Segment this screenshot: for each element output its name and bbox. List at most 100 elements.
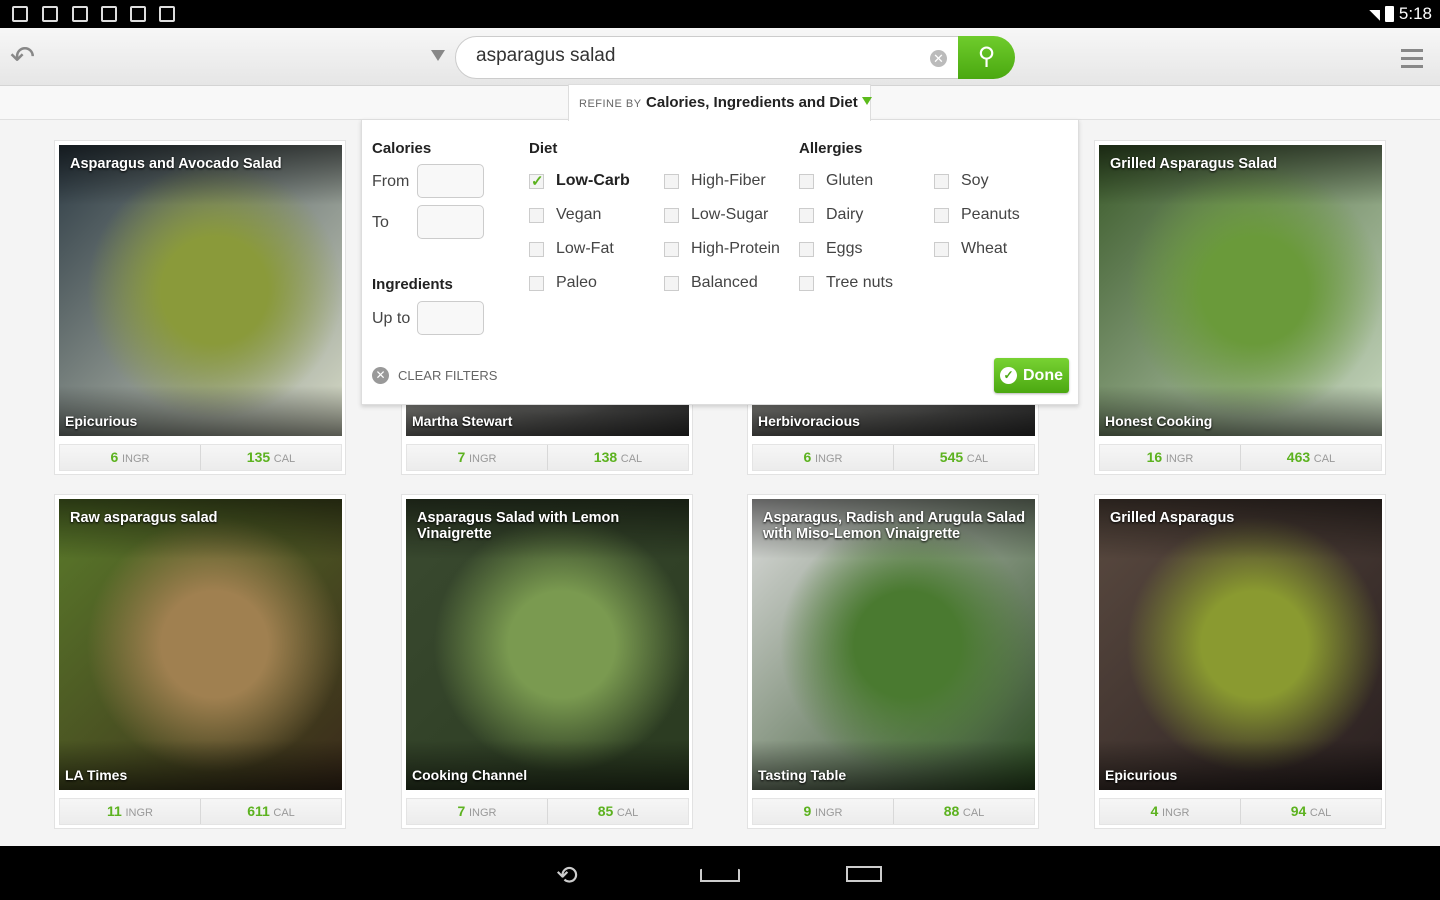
recipe-title: Asparagus and Avocado Salad — [70, 156, 282, 172]
checkbox-label: Vegan — [556, 206, 602, 223]
search-button[interactable]: ⚲ — [958, 36, 1015, 79]
clear-filters-button[interactable]: ✕ CLEAR FILTERS — [372, 367, 497, 384]
recipe-card[interactable]: Raw asparagus salad LA Times 11 INGR 611… — [54, 494, 346, 829]
checkbox-box[interactable] — [529, 275, 544, 291]
done-button[interactable]: ✓ Done — [994, 358, 1069, 393]
recipe-title: Raw asparagus salad — [70, 510, 218, 526]
checkbox-box[interactable] — [664, 173, 679, 189]
recipe-source: Cooking Channel — [412, 767, 528, 783]
recipe-stats: 4 INGR 94 CAL — [1099, 798, 1382, 825]
checkbox-box[interactable] — [529, 241, 544, 257]
checkbox-label: Gluten — [826, 172, 874, 189]
checkbox-high-protein[interactable]: High-Protein — [664, 240, 780, 258]
recipe-stats: 7 INGR 85 CAL — [406, 798, 689, 825]
checkbox-box[interactable] — [664, 275, 679, 291]
recipe-card[interactable]: Asparagus and Avocado Salad Epicurious 6… — [54, 140, 346, 475]
clear-search-icon[interactable]: ✕ — [930, 50, 947, 67]
checkbox-label: Balanced — [691, 274, 758, 291]
gmail-icon — [72, 6, 88, 22]
checkbox-box[interactable] — [799, 173, 814, 189]
ingredient-count: 11 INGR — [107, 803, 153, 819]
checkbox-balanced[interactable]: Balanced — [664, 274, 758, 292]
checkbox-box[interactable] — [529, 207, 544, 223]
checkbox-label: Wheat — [961, 240, 1008, 257]
calorie-count: 611 CAL — [200, 799, 341, 824]
checkbox-label: Paleo — [556, 274, 597, 291]
check-circle-icon: ✓ — [1000, 367, 1017, 384]
ingredient-count: 6 INGR — [110, 449, 150, 465]
clear-filters-label: CLEAR FILTERS — [398, 368, 498, 383]
checkbox-box[interactable] — [934, 173, 949, 189]
recipe-stats: 7 INGR 138 CAL — [406, 444, 689, 471]
recipe-image[interactable]: Asparagus Salad with Lemon Vinaigrette C… — [406, 499, 689, 790]
calories-to-input[interactable] — [417, 205, 484, 239]
checkbox-gluten[interactable]: Gluten — [799, 172, 873, 190]
recipe-image[interactable]: Asparagus and Avocado Salad Epicurious — [59, 145, 342, 436]
calories-heading: Calories — [372, 140, 432, 157]
checkbox-eggs[interactable]: Eggs — [799, 240, 862, 258]
checkbox-vegan[interactable]: Vegan — [529, 206, 601, 224]
checkbox-box[interactable] — [799, 207, 814, 223]
refine-tab[interactable]: REFINE BY Calories, Ingredients and Diet — [568, 84, 872, 121]
recipe-stats: 6 INGR 545 CAL — [752, 444, 1035, 471]
recipe-title: Asparagus Salad with Lemon Vinaigrette — [417, 510, 620, 542]
checkbox-box[interactable] — [934, 241, 949, 257]
checkbox-soy[interactable]: Soy — [934, 172, 989, 190]
recipe-card[interactable]: Asparagus, Radish and Arugula Salad with… — [747, 494, 1039, 829]
checkbox-paleo[interactable]: Paleo — [529, 274, 597, 292]
recipe-source: Epicurious — [1105, 767, 1178, 783]
recipe-source: Herbivoracious — [758, 413, 860, 429]
calendar-icon — [130, 6, 146, 22]
checkbox-label: Low-Carb — [556, 172, 630, 189]
recipe-card[interactable]: Grilled Asparagus Salad Honest Cooking 1… — [1094, 140, 1386, 475]
checkbox-box[interactable] — [664, 241, 679, 257]
recipe-card[interactable]: Grilled Asparagus Epicurious 4 INGR 94 C… — [1094, 494, 1386, 829]
search-dropdown-icon[interactable] — [431, 50, 445, 61]
checkbox-box[interactable] — [529, 172, 544, 190]
calories-from-input[interactable] — [417, 164, 484, 198]
ingredient-count: 7 INGR — [457, 803, 497, 819]
ingredient-count: 4 INGR — [1150, 803, 1190, 819]
recipe-title: Grilled Asparagus — [1110, 510, 1235, 526]
upto-label: Up to — [372, 310, 411, 327]
checkbox-label: High-Fiber — [691, 172, 766, 189]
filter-panel: Calories From To Ingredients Up to Diet … — [361, 119, 1079, 405]
checkbox-box[interactable] — [799, 241, 814, 257]
checkbox-label: Dairy — [826, 206, 864, 223]
menu-icon[interactable] — [1401, 49, 1423, 73]
recipe-image[interactable]: Asparagus, Radish and Arugula Salad with… — [752, 499, 1035, 790]
checkbox-low-sugar[interactable]: Low-Sugar — [664, 206, 768, 224]
checkbox-label: Low-Sugar — [691, 206, 769, 223]
recipe-image[interactable]: Raw asparagus salad LA Times — [59, 499, 342, 790]
recipe-card[interactable]: Asparagus Salad with Lemon Vinaigrette C… — [401, 494, 693, 829]
checkbox-high-fiber[interactable]: High-Fiber — [664, 172, 766, 190]
checkbox-box[interactable] — [934, 207, 949, 223]
checkbox-label: Peanuts — [961, 206, 1020, 223]
to-label: To — [372, 214, 389, 231]
recipe-image[interactable]: Grilled Asparagus Epicurious — [1099, 499, 1382, 790]
nav-back-icon[interactable]: ⟲ — [556, 860, 578, 891]
checkbox-wheat[interactable]: Wheat — [934, 240, 1007, 258]
checkbox-low-fat[interactable]: Low-Fat — [529, 240, 614, 258]
calorie-count: 85 CAL — [547, 799, 688, 824]
from-label: From — [372, 173, 410, 190]
search-box: ✕ — [455, 36, 965, 79]
checkbox-low-carb[interactable]: Low-Carb — [529, 172, 630, 190]
nav-home-icon[interactable] — [700, 864, 740, 882]
checkbox-peanuts[interactable]: Peanuts — [934, 206, 1020, 224]
checkbox-box[interactable] — [664, 207, 679, 223]
recipe-title: Grilled Asparagus Salad — [1110, 156, 1278, 172]
recipe-source: LA Times — [65, 767, 128, 783]
checkbox-box[interactable] — [799, 275, 814, 291]
gallery-icon — [42, 6, 58, 22]
back-arrow-icon[interactable]: ↶ — [10, 40, 35, 75]
checkbox-tree-nuts[interactable]: Tree nuts — [799, 274, 893, 292]
ingredients-upto-input[interactable] — [417, 301, 484, 335]
recipe-stats: 9 INGR 88 CAL — [752, 798, 1035, 825]
checkbox-dairy[interactable]: Dairy — [799, 206, 863, 224]
checkbox-label: Eggs — [826, 240, 863, 257]
nav-recents-icon[interactable] — [846, 866, 882, 882]
ingredient-count: 16 INGR — [1146, 449, 1194, 465]
recipe-image[interactable]: Grilled Asparagus Salad Honest Cooking — [1099, 145, 1382, 436]
search-input[interactable] — [476, 45, 926, 67]
